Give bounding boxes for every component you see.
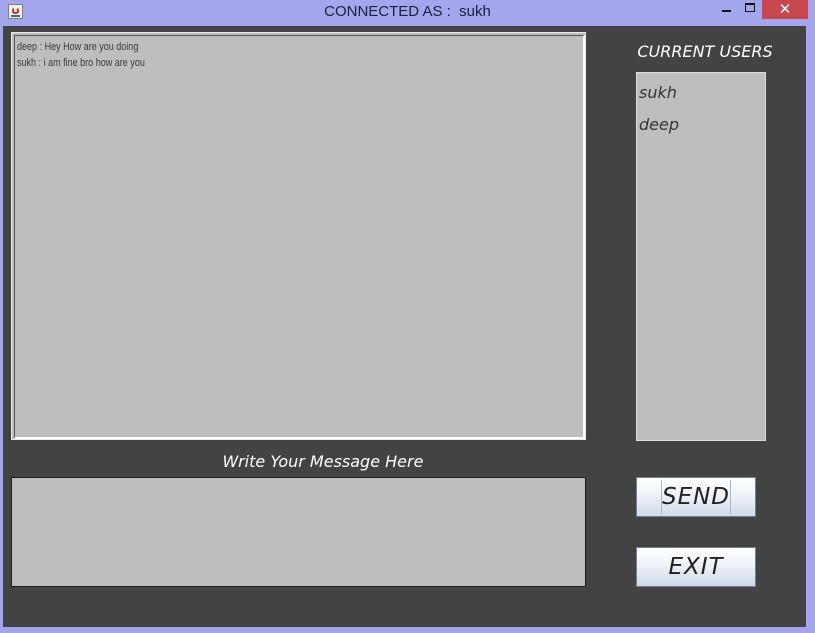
window-title: CONNECTED AS : sukh — [324, 3, 491, 20]
chat-message: sukh : i am fine bro how are you — [17, 57, 145, 69]
exit-button-label: EXIT — [668, 554, 724, 580]
message-input-label: Write Your Message Here — [222, 452, 424, 471]
chat-window-body: deep : Hey How are you doing sukh : i am… — [3, 26, 806, 627]
user-list-item[interactable]: deep — [639, 109, 763, 141]
title-bar: CONNECTED AS : sukh ✕ — [0, 0, 815, 26]
exit-button[interactable]: EXIT — [636, 547, 756, 587]
maximize-button[interactable] — [740, 0, 762, 19]
minimize-button[interactable] — [714, 0, 740, 19]
user-list-item[interactable]: sukh — [639, 77, 763, 109]
chat-history-area[interactable]: deep : Hey How are you doing sukh : i am… — [11, 32, 586, 440]
send-button[interactable]: SEND — [636, 477, 756, 517]
close-icon: ✕ — [778, 1, 792, 18]
button-divider — [730, 480, 731, 514]
message-input[interactable] — [11, 477, 586, 587]
current-users-list[interactable]: sukh deep — [636, 72, 766, 441]
button-divider — [661, 480, 662, 514]
current-users-heading: CURRENT USERS — [637, 42, 773, 61]
chat-message: deep : Hey How are you doing — [17, 41, 139, 53]
send-button-label: SEND — [661, 484, 731, 510]
chat-history-inner: deep : Hey How are you doing sukh : i am… — [14, 35, 585, 439]
close-button[interactable]: ✕ — [762, 0, 808, 19]
